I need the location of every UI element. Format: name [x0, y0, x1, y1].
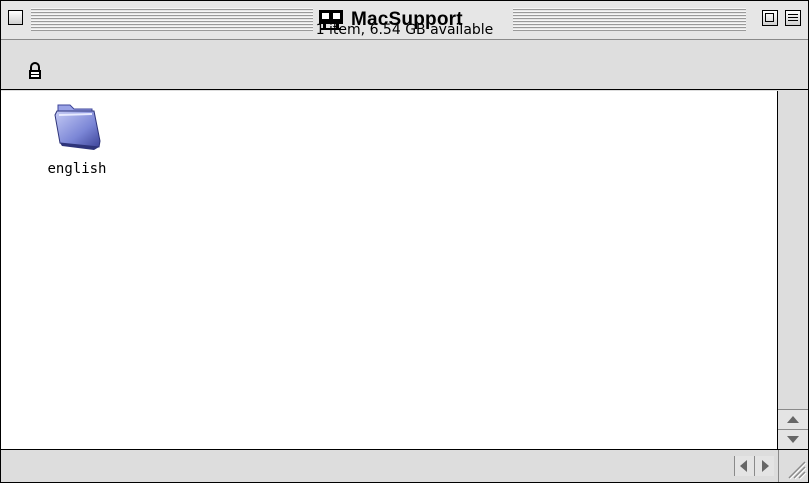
- info-bar: [1, 40, 808, 90]
- arrow-left-icon: [740, 460, 747, 472]
- horizontal-scrollbar[interactable]: [1, 449, 808, 482]
- scroll-down-button[interactable]: [778, 429, 808, 449]
- scroll-up-button[interactable]: [778, 409, 808, 429]
- arrow-down-icon: [787, 436, 799, 443]
- folder-item-english[interactable]: english: [37, 95, 117, 177]
- collapse-line: [788, 17, 798, 18]
- resize-grip[interactable]: [778, 450, 808, 482]
- arrow-right-icon: [762, 460, 769, 472]
- resize-grip-icon: [788, 461, 807, 480]
- vertical-scrollbar[interactable]: [778, 91, 808, 449]
- folder-icon[interactable]: [52, 95, 102, 159]
- folder-label[interactable]: english: [47, 161, 106, 177]
- arrow-up-icon: [787, 416, 799, 423]
- scroll-right-button[interactable]: [754, 456, 774, 476]
- finder-window: MacSupport 1 item, 6.54 GB available eng…: [0, 0, 809, 483]
- status-text: 1 item, 6.54 GB available: [315, 22, 494, 38]
- lock-icon: [29, 62, 41, 79]
- collapse-line: [788, 14, 798, 15]
- zoom-inner: [765, 13, 774, 22]
- content-area[interactable]: english: [1, 91, 778, 449]
- collapse-line: [788, 20, 798, 21]
- scroll-left-button[interactable]: [734, 456, 754, 476]
